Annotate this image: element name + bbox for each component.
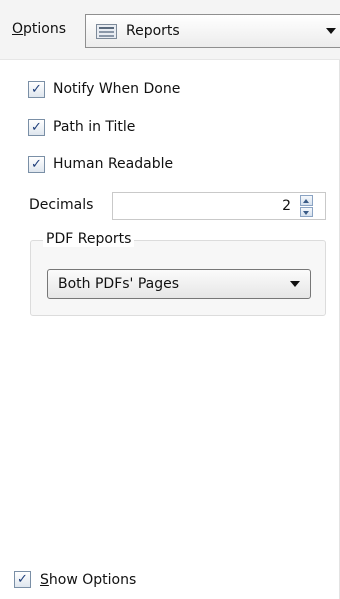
- checkmark-icon: ✓: [31, 119, 42, 135]
- chevron-down-icon[interactable]: [326, 28, 336, 34]
- decimals-stepper[interactable]: 2: [112, 192, 326, 220]
- decimals-value: 2: [282, 198, 291, 214]
- decimals-spinner: [300, 195, 313, 217]
- spin-down-icon[interactable]: [300, 206, 313, 217]
- pdf-reports-group: PDF Reports Both PDFs' Pages: [30, 231, 326, 316]
- pdf-reports-legend: PDF Reports: [43, 231, 135, 247]
- show-options-label-rest: how Options: [48, 571, 137, 588]
- checkmark-icon: ✓: [31, 81, 42, 97]
- options-header: Options Reports: [0, 0, 340, 60]
- human-readable-checkbox[interactable]: ✓: [28, 155, 45, 173]
- pdf-reports-selected: Both PDFs' Pages: [58, 276, 180, 292]
- show-options-mnemonic: S: [40, 571, 49, 588]
- report-type-selected: Reports: [126, 23, 180, 39]
- report-type-dropdown[interactable]: Reports: [85, 14, 340, 48]
- notify-when-done-checkbox[interactable]: ✓: [28, 80, 45, 98]
- path-in-title-checkbox[interactable]: ✓: [28, 118, 45, 136]
- checkmark-icon: ✓: [31, 156, 42, 172]
- show-options-checkbox[interactable]: ✓: [14, 571, 31, 588]
- human-readable-label: Human Readable: [53, 156, 174, 172]
- path-in-title-option[interactable]: ✓ Path in Title: [28, 117, 135, 137]
- options-panel: Options Reports ✓ Notify When Done ✓ Pat…: [0, 0, 340, 599]
- document-icon: [96, 23, 117, 39]
- path-in-title-label: Path in Title: [53, 119, 136, 135]
- show-options-option[interactable]: ✓ Show Options: [14, 571, 136, 588]
- spin-up-icon[interactable]: [300, 195, 313, 206]
- show-options-label: Show Options: [40, 572, 136, 588]
- notify-when-done-label: Notify When Done: [53, 81, 181, 97]
- notify-when-done-option[interactable]: ✓ Notify When Done: [28, 79, 180, 99]
- decimals-label: Decimals: [29, 197, 94, 213]
- options-label-rest: ptions: [23, 21, 67, 37]
- human-readable-option[interactable]: ✓ Human Readable: [28, 154, 173, 174]
- options-label: Options: [12, 21, 66, 37]
- options-label-mnemonic: O: [12, 21, 24, 37]
- pdf-reports-select[interactable]: Both PDFs' Pages: [47, 269, 311, 299]
- chevron-down-icon[interactable]: [290, 281, 300, 287]
- checkmark-icon: ✓: [17, 572, 28, 587]
